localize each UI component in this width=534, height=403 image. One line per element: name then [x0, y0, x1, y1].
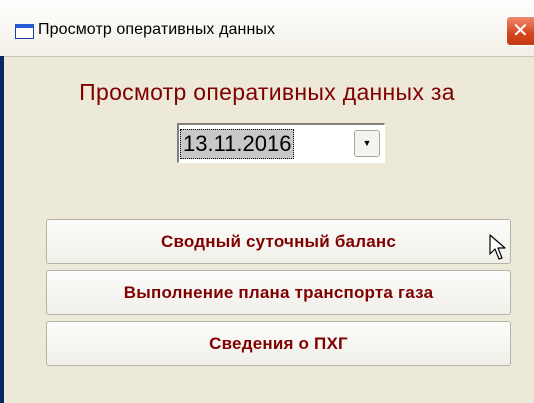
date-picker[interactable]: 13.11.2016 ▼: [177, 123, 385, 163]
close-icon: ✕: [512, 18, 529, 42]
summary-balance-button[interactable]: Сводный суточный баланс: [46, 219, 511, 264]
gas-storage-info-button[interactable]: Сведения о ПХГ: [46, 321, 511, 366]
close-button[interactable]: ✕: [506, 16, 534, 46]
chevron-down-icon: ▼: [362, 138, 372, 148]
dialog-window: Просмотр оперативных данных ✕ Просмотр о…: [0, 0, 534, 403]
mouse-cursor-icon: [489, 234, 506, 260]
title-bar[interactable]: Просмотр оперативных данных ✕: [0, 0, 534, 57]
page-title: Просмотр оперативных данных за: [79, 79, 455, 105]
date-input[interactable]: 13.11.2016: [180, 129, 295, 159]
window-icon: [15, 24, 34, 39]
window-title: Просмотр оперативных данных: [38, 21, 276, 38]
gas-transport-plan-button[interactable]: Выполнение плана транспорта газа: [46, 270, 511, 315]
date-dropdown-button[interactable]: ▼: [354, 130, 380, 157]
window-left-border: [0, 56, 4, 403]
